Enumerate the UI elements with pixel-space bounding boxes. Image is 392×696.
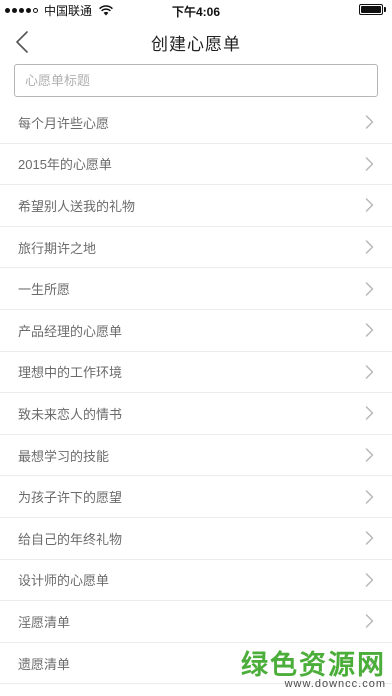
list-item[interactable]: 设计师的心愿单 <box>0 560 392 602</box>
chevron-right-icon <box>365 240 374 254</box>
watermark-logo-text: 绿色资源网 <box>241 650 386 680</box>
status-bar: 中国联通 下午4:06 <box>0 0 392 20</box>
list-item-label: 给自己的年终礼物 <box>18 531 123 547</box>
list-item[interactable]: 淫愿清单 <box>0 601 392 643</box>
list-item[interactable]: 每个月许些心愿 <box>0 102 392 144</box>
list-item[interactable]: 致未来恋人的情书 <box>0 393 392 435</box>
chevron-right-icon <box>365 115 374 130</box>
list-item-label: 2015年的心愿单 <box>18 157 112 173</box>
list-item[interactable]: 旅行期许之地 <box>0 227 392 269</box>
list-item-label: 理想中的工作环境 <box>18 365 123 381</box>
list-item-label: 设计师的心愿单 <box>18 573 110 589</box>
list-item-label: 为孩子许下的愿望 <box>18 490 123 506</box>
chevron-right-icon <box>365 157 374 171</box>
list-item-label: 致未来恋人的情书 <box>18 406 123 422</box>
list-item[interactable]: 2015年的心愿单 <box>0 144 392 186</box>
chevron-right-icon <box>365 323 374 338</box>
chevron-right-icon <box>365 531 374 545</box>
list-item[interactable]: 一生所愿 <box>0 268 392 310</box>
list-item[interactable]: 最想学习的技能 <box>0 435 392 477</box>
list-item-label: 旅行期许之地 <box>18 240 97 256</box>
wishlist-template-list: 每个月许些心愿 2015年的心愿单希望别人送我的礼物 旅行期许之地 一生所愿产品经理的… <box>0 102 392 685</box>
status-right <box>359 4 386 15</box>
list-item-label: 遗愿清单 <box>18 656 71 672</box>
list-item-label: 最想学习的技能 <box>18 448 110 464</box>
title-input-wrapper <box>14 64 378 97</box>
chevron-right-icon <box>365 365 374 379</box>
list-item-label: 希望别人送我的礼物 <box>18 198 136 214</box>
wishlist-title-input[interactable] <box>14 64 378 97</box>
list-item[interactable]: 给自己的年终礼物 <box>0 518 392 560</box>
page-title: 创建心愿单 <box>151 35 241 54</box>
navigation-bar: 创建心愿单 <box>0 20 392 64</box>
list-item-label: 一生所愿 <box>18 282 71 298</box>
list-item[interactable]: 理想中的工作环境 <box>0 352 392 394</box>
battery-tip <box>384 7 386 12</box>
chevron-right-icon <box>365 614 374 629</box>
list-item-label: 淫愿清单 <box>18 614 71 630</box>
chevron-right-icon <box>365 448 374 462</box>
status-time: 下午4:06 <box>171 5 221 19</box>
battery-fill <box>361 6 381 13</box>
list-item-label: 每个月许些心愿 <box>18 115 110 131</box>
watermark: 绿色资源网 www.downcc.com <box>241 650 386 690</box>
chevron-right-icon <box>365 406 374 421</box>
chevron-right-icon <box>365 573 374 587</box>
list-item[interactable]: 产品经理的心愿单 <box>0 310 392 352</box>
list-item[interactable]: 为孩子许下的愿望 <box>0 476 392 518</box>
chevron-right-icon <box>365 489 374 504</box>
battery-icon <box>359 4 383 15</box>
list-item[interactable]: 希望别人送我的礼物 <box>0 185 392 227</box>
list-item-label: 产品经理的心愿单 <box>18 323 123 339</box>
chevron-right-icon <box>365 281 374 296</box>
chevron-right-icon <box>365 198 374 213</box>
